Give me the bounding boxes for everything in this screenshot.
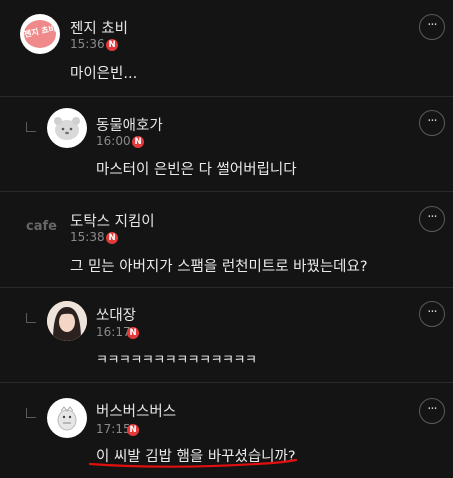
red-underline-annotation [88,458,298,468]
more-options-button[interactable]: ··· [419,398,445,424]
comment-time: 15:38 [70,230,105,244]
comment-item: 버스버스버스 17:15 N 이 씨발 김밥 햄을 바꾸셨습니까? ··· [0,383,453,478]
more-options-button[interactable]: ··· [419,301,445,327]
comment-item: cafe 도탁스 지킴이 15:38 N 그 믿는 아버지가 스팸을 런천미트로… [0,192,453,287]
comment-text: 그 믿는 아버지가 스팸을 런천미트로 바꿨는데요? [70,259,368,275]
comment-item: 젠지 쵸비 젠지 쵸비 15:36 N 마이은빈... ··· [0,0,453,95]
reply-arrow-icon [26,408,36,418]
comment-author[interactable]: 쏘대장 [96,304,136,325]
new-badge: N [132,136,144,148]
avatar[interactable] [47,301,87,341]
avatar[interactable]: 젠지 쵸비 [20,14,60,54]
more-options-button[interactable]: ··· [419,206,445,232]
comment-author[interactable]: 도탁스 지킴이 [70,210,155,231]
comment-text: ㅋㅋㅋㅋㅋㅋㅋㅋㅋㅋㅋㅋㅋㅋ [96,353,257,368]
character-avatar-icon [57,406,77,431]
comment-text: 마스터이 은빈은 다 썰어버립니다 [96,162,297,178]
comment-item: 동물애호가 16:00 N 마스터이 은빈은 다 썰어버립니다 ··· [0,97,453,192]
comment-author[interactable]: 버스버스버스 [96,400,176,421]
comment-time: 15:36 [70,37,105,51]
comment-time: 16:00 [96,134,131,148]
avatar[interactable] [47,108,87,148]
profile-photo-icon [47,301,87,341]
reply-arrow-icon [26,313,36,323]
reply-arrow-icon [26,122,36,132]
more-options-button[interactable]: ··· [419,14,445,40]
new-badge: N [127,424,139,436]
comment-author[interactable]: 동물애호가 [96,114,163,135]
new-badge: N [106,39,118,51]
comment-time: 16:17 [96,325,131,339]
comment-item: 쏘대장 16:17 N ㅋㅋㅋㅋㅋㅋㅋㅋㅋㅋㅋㅋㅋㅋ ··· [0,288,453,383]
new-badge: N [127,327,139,339]
cafe-default-avatar[interactable]: cafe [26,219,57,234]
avatar[interactable] [47,398,87,438]
comment-time: 17:15 [96,422,131,436]
comment-author[interactable]: 젠지 쵸비 [70,17,128,38]
animal-avatar-icon [54,117,80,140]
new-badge: N [106,232,118,244]
comment-text: 마이은빈... [70,66,138,82]
more-options-button[interactable]: ··· [419,110,445,136]
